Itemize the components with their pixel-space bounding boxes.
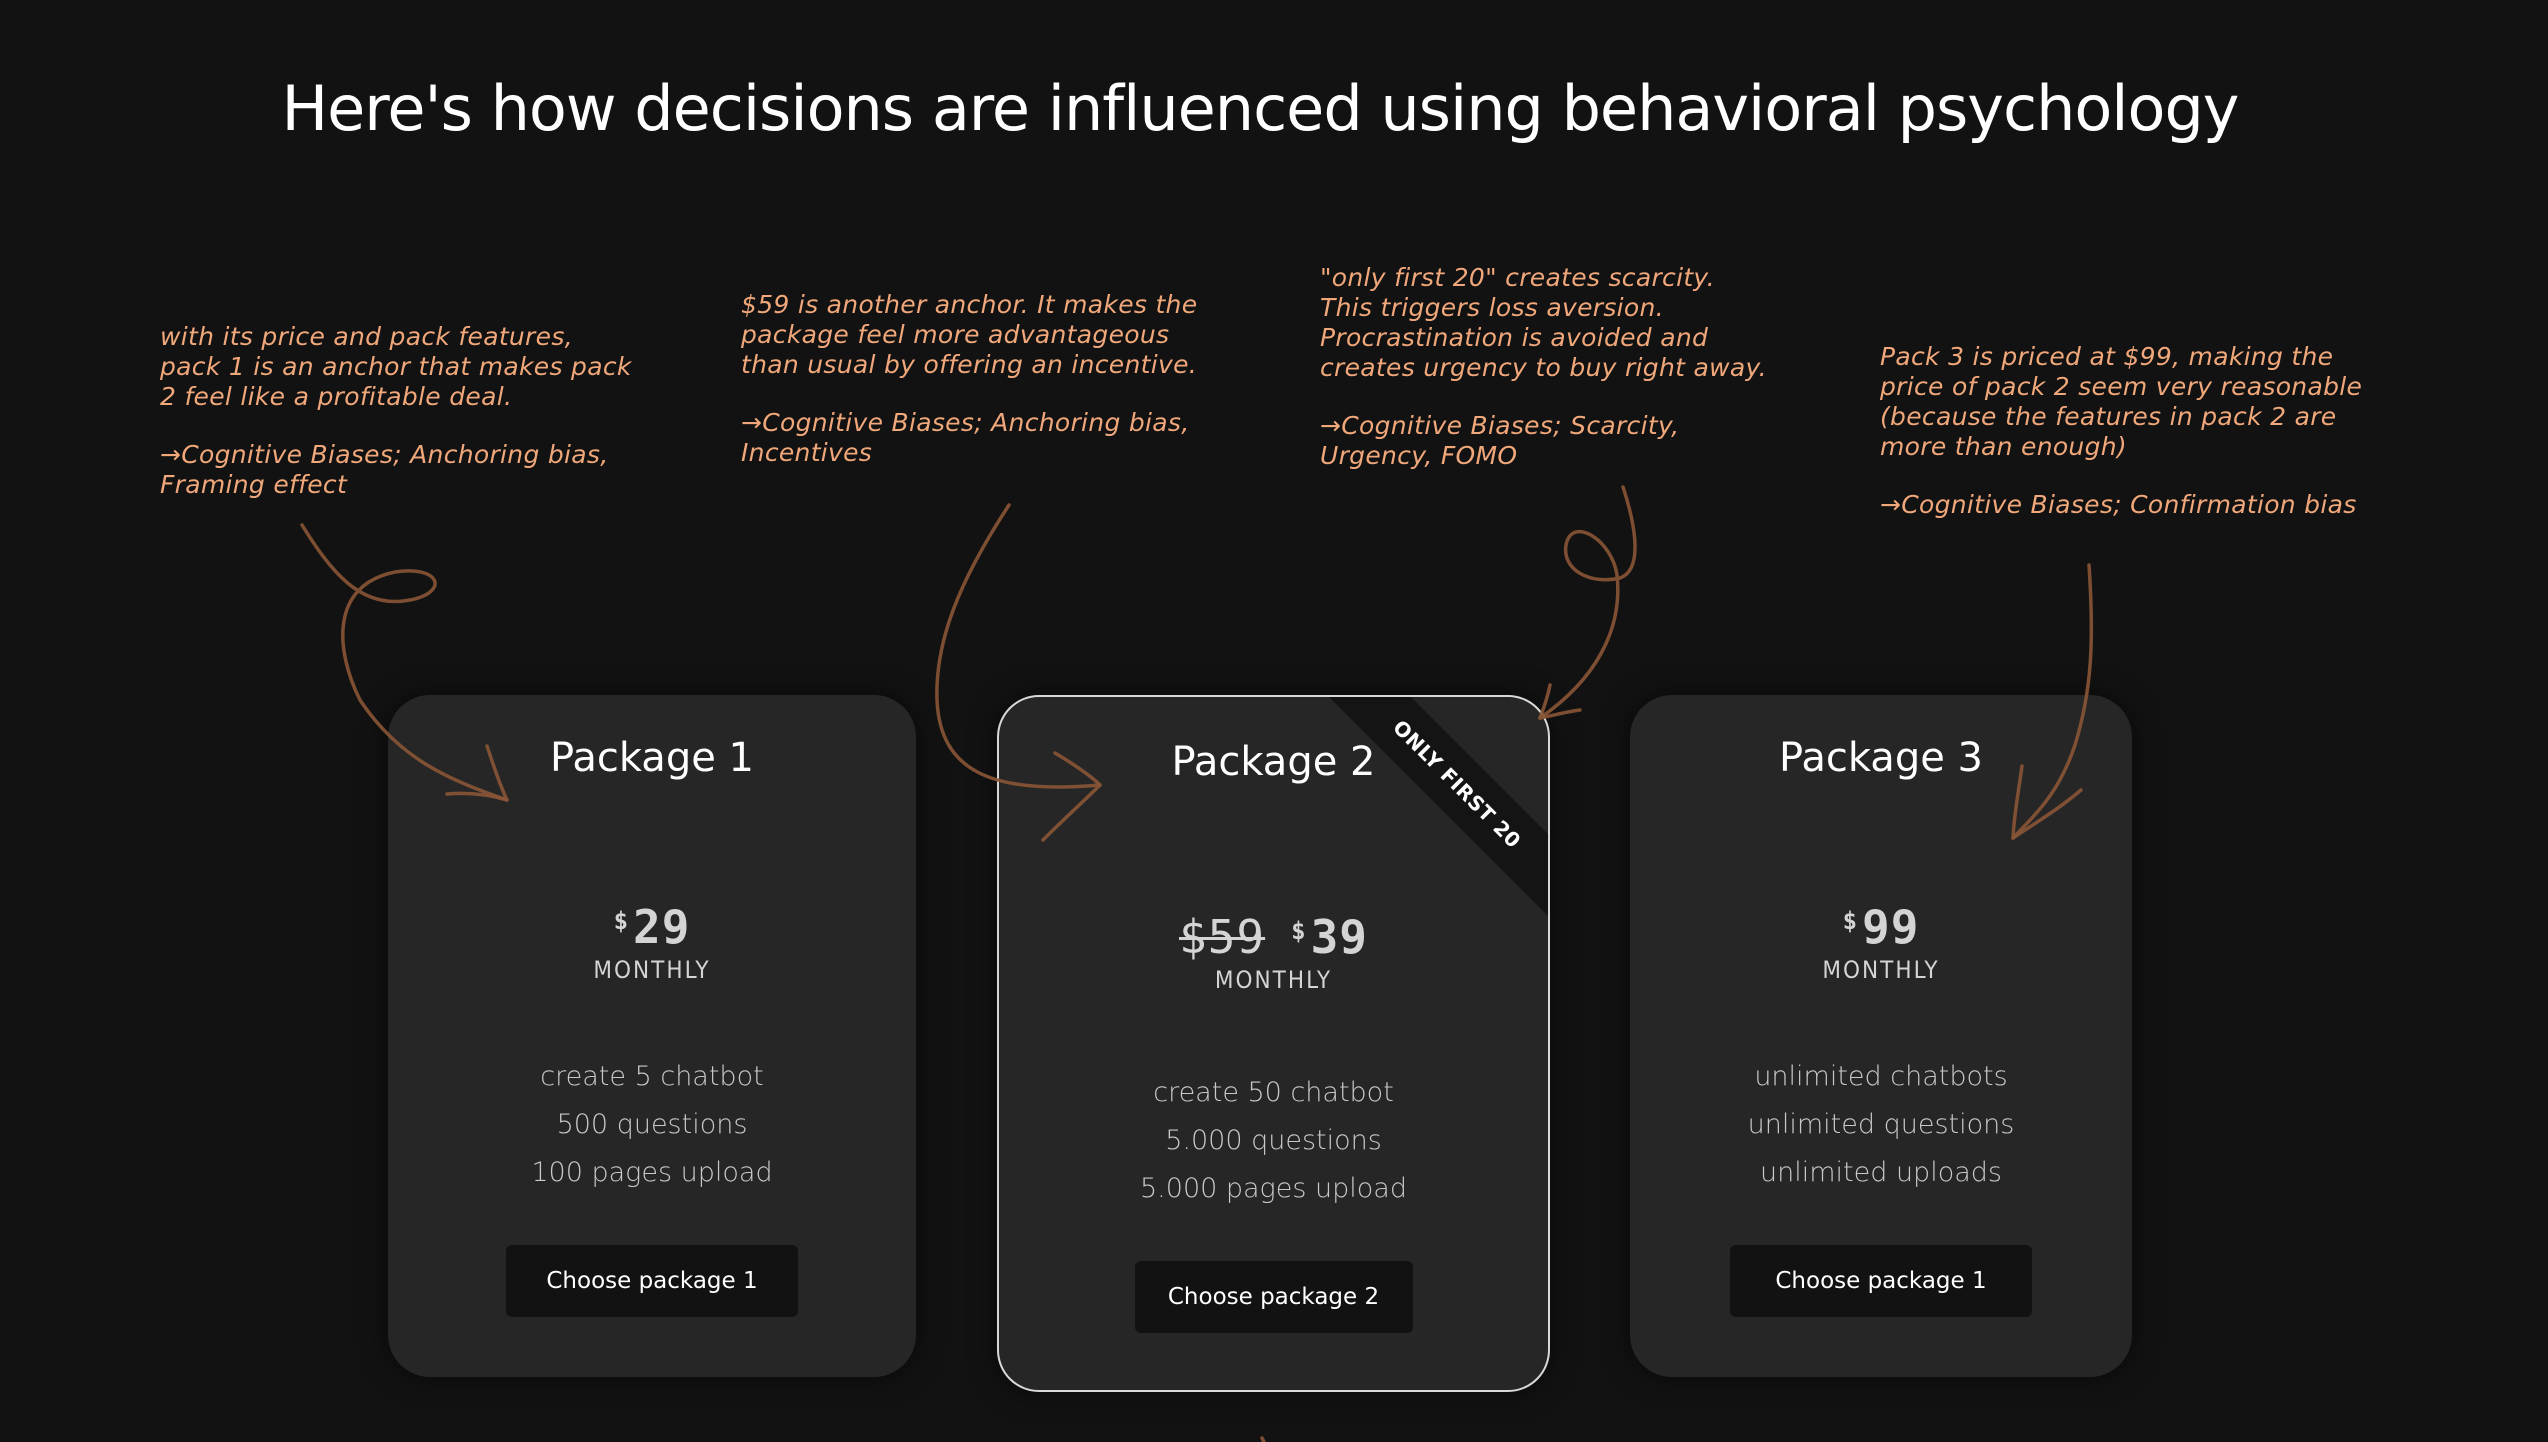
price-block: $59 $39 MONTHLY	[999, 905, 1548, 995]
price-value: 99	[1862, 900, 1920, 954]
price-value: 29	[633, 900, 691, 954]
price-block: $99 MONTHLY	[1630, 895, 2132, 985]
annotation-bias-tag: →Cognitive Biases; Anchoring bias, Incen…	[741, 408, 1190, 467]
package-title: Package 3	[1779, 735, 1983, 781]
package-title: Package 1	[550, 735, 754, 781]
price: $29	[388, 895, 916, 953]
feature-item: 500 questions	[556, 1109, 748, 1140]
currency-symbol: $	[1291, 917, 1307, 945]
price-block: $29 MONTHLY	[388, 895, 916, 985]
choose-package-2-button[interactable]: Choose package 2	[1134, 1261, 1413, 1333]
annotation-old-price: $59 is another anchor. It makes the pack…	[741, 290, 1221, 468]
feature-item: unlimited chatbots	[1754, 1061, 2008, 1092]
annotation-text: "only first 20" creates scarcity. This t…	[1320, 263, 1767, 382]
feature-list: create 5 chatbot 500 questions 100 pages…	[388, 1053, 916, 1197]
feature-item: create 50 chatbot	[1153, 1077, 1394, 1108]
annotation-bias-tag: →Cognitive Biases; Anchoring bias, Frami…	[160, 440, 609, 499]
annotation-bias-tag: →Cognitive Biases; Scarcity, Urgency, FO…	[1320, 411, 1680, 470]
billing-period: MONTHLY	[1214, 966, 1333, 994]
feature-item: 5.000 questions	[1165, 1125, 1382, 1156]
annotation-text: with its price and pack features, pack 1…	[160, 322, 632, 411]
annotation-bias-tag: →Cognitive Biases; Confirmation bias	[1880, 490, 2357, 519]
currency-symbol: $	[613, 907, 630, 935]
annotation-text: Pack 3 is priced at $99, making the pric…	[1880, 342, 2363, 461]
billing-period: MONTHLY	[593, 956, 711, 984]
package-card-3: Package 3 $99 MONTHLY unlimited chatbots…	[1630, 695, 2132, 1377]
price: $59 $39	[999, 905, 1548, 963]
feature-item: unlimited questions	[1747, 1109, 2015, 1140]
arrow-icon-ribbon	[1538, 485, 1637, 720]
annotation-text: $59 is another anchor. It makes the pack…	[741, 290, 1198, 379]
feature-item: unlimited uploads	[1760, 1157, 2002, 1188]
annotation-scarcity: "only first 20" creates scarcity. This t…	[1320, 263, 1770, 471]
annotation-pack-3: Pack 3 is priced at $99, making the pric…	[1880, 342, 2400, 520]
package-card-2: ONLY FIRST 20 Package 2 $59 $39 MONTHLY c…	[997, 695, 1550, 1392]
choose-package-1-button[interactable]: Choose package 1	[506, 1245, 798, 1317]
billing-period: MONTHLY	[1822, 956, 1940, 984]
old-price-strikethrough: $59	[1179, 910, 1266, 964]
price-value: 39	[1310, 910, 1368, 964]
arrow-icon-bottom	[1260, 1436, 1266, 1442]
price: $99	[1630, 895, 2132, 953]
feature-item: 5.000 pages upload	[1140, 1173, 1407, 1204]
feature-item: 100 pages upload	[531, 1157, 773, 1188]
currency-symbol: $	[1842, 907, 1859, 935]
choose-package-3-button[interactable]: Choose package 1	[1730, 1245, 2032, 1317]
annotation-pack-1: with its price and pack features, pack 1…	[160, 322, 640, 500]
feature-item: create 5 chatbot	[540, 1061, 764, 1092]
page-title: Here's how decisions are influenced usin…	[281, 72, 2240, 145]
feature-list: unlimited chatbots unlimited questions u…	[1630, 1053, 2132, 1197]
package-card-1: Package 1 $29 MONTHLY create 5 chatbot 5…	[388, 695, 916, 1377]
only-first-20-ribbon: ONLY FIRST 20	[1319, 697, 1548, 922]
feature-list: create 50 chatbot 5.000 questions 5.000 …	[999, 1069, 1548, 1213]
